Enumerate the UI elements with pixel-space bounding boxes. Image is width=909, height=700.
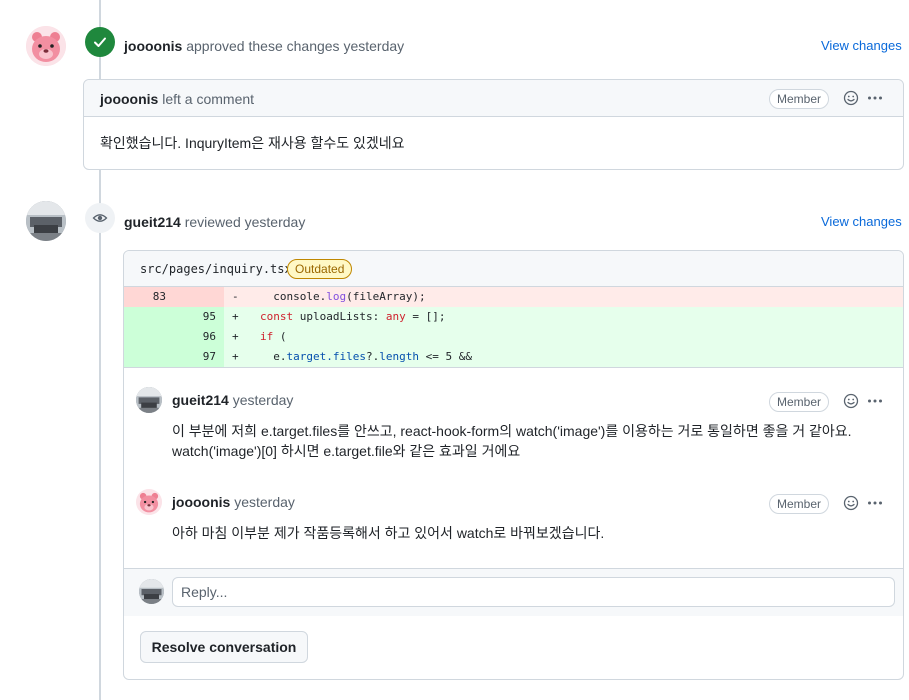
comment-action: left a comment (162, 91, 255, 107)
diff-sign: - (232, 290, 239, 303)
comment-header: joooonis left a comment Member (84, 80, 903, 117)
add-reaction-button[interactable] (841, 391, 861, 411)
avatar-image (26, 201, 66, 241)
smiley-icon (843, 393, 859, 409)
comment-author[interactable]: gueit214 (172, 392, 229, 408)
avatar-gueit214[interactable] (26, 201, 66, 241)
review-comment-header: joooonis yesterday (172, 494, 295, 510)
new-line-number[interactable]: 95 (174, 307, 224, 327)
diff-sign: + (232, 310, 239, 323)
review-comment-header: gueit214 yesterday (172, 392, 293, 408)
reply-area: Reply... (124, 568, 903, 616)
approval-comment-box: joooonis left a comment Member 확인했습니다. I… (83, 79, 904, 170)
new-line-number[interactable]: 96 (174, 327, 224, 347)
approved-badge (85, 27, 115, 57)
diff-code: if ( (260, 330, 287, 343)
reply-input[interactable]: Reply... (172, 577, 895, 607)
review-comment-body: 이 부분에 저희 e.target.files를 안쓰고, react-hook… (172, 421, 892, 461)
diff-line-added: 96 + if ( (124, 327, 903, 347)
avatar-image (26, 26, 66, 66)
event-action: reviewed (184, 214, 241, 230)
view-changes-link[interactable]: View changes (821, 214, 902, 229)
smiley-icon (843, 495, 859, 511)
event-approved-text: joooonis approved these changes yesterda… (124, 38, 404, 54)
event-action: approved these changes (186, 38, 340, 54)
kebab-icon (868, 96, 882, 100)
view-changes-link[interactable]: View changes (821, 38, 902, 53)
diff-sign: + (232, 350, 239, 363)
kebab-icon (868, 399, 882, 403)
diff-code: const uploadLists: any = []; (260, 310, 446, 323)
comment-author[interactable]: joooonis (100, 91, 158, 107)
event-time[interactable]: yesterday (245, 214, 306, 230)
reviewed-badge (85, 203, 115, 233)
avatar-joooonis[interactable] (26, 26, 66, 66)
avatar-image (136, 489, 162, 515)
old-line-number[interactable] (124, 347, 174, 367)
smiley-icon (843, 90, 859, 106)
comment-time[interactable]: yesterday (234, 494, 295, 510)
more-options-button[interactable] (865, 88, 885, 108)
member-badge: Member (769, 392, 830, 412)
add-reaction-button[interactable] (841, 88, 861, 108)
review-thread-box: src/pages/inquiry.tsx Outdated 83 - cons… (123, 250, 904, 680)
outdated-badge: Outdated (287, 259, 353, 279)
event-user[interactable]: joooonis (124, 38, 182, 54)
eye-icon (92, 214, 108, 222)
event-reviewed-text: gueit214 reviewed yesterday (124, 214, 305, 230)
diff-line-added: 95 + const uploadLists: any = []; (124, 307, 903, 327)
old-line-number[interactable] (124, 327, 174, 347)
kebab-icon (868, 501, 882, 505)
avatar-joooonis[interactable] (136, 489, 162, 515)
avatar-image (139, 579, 164, 604)
old-line-number[interactable]: 83 (124, 287, 174, 307)
member-badge: Member (769, 494, 830, 514)
member-badge: Member (769, 89, 830, 109)
avatar-current-user (139, 579, 164, 604)
diff-code: console.log(fileArray); (260, 290, 426, 303)
new-line-number[interactable] (174, 287, 224, 307)
file-path[interactable]: src/pages/inquiry.tsx (140, 262, 292, 276)
more-options-button[interactable] (865, 493, 885, 513)
comment-time[interactable]: yesterday (233, 392, 294, 408)
more-options-button[interactable] (865, 391, 885, 411)
new-line-number[interactable]: 97 (174, 347, 224, 367)
comment-body-line: 이 부분에 저희 e.target.files를 안쓰고, react-hook… (172, 423, 852, 439)
diff-sign: + (232, 330, 239, 343)
diff-divider (124, 367, 903, 368)
diff-line-deleted: 83 - console.log(fileArray); (124, 287, 903, 307)
comment-body: 확인했습니다. InquryItem은 재사용 할수도 있겠네요 (100, 135, 405, 151)
add-reaction-button[interactable] (841, 493, 861, 513)
file-header: src/pages/inquiry.tsx Outdated (124, 251, 903, 287)
comment-body-line: 아하 마침 이부분 제가 작품등록해서 하고 있어서 watch로 바꿔보겠습니… (172, 525, 605, 541)
comment-body-line: watch('image')[0] 하시면 e.target.file와 같은 … (172, 443, 521, 459)
comment-header-text: joooonis left a comment (100, 91, 254, 107)
event-time[interactable]: yesterday (343, 38, 404, 54)
diff-line-added: 97 + e.target.files?.length <= 5 && (124, 347, 903, 367)
event-user[interactable]: gueit214 (124, 214, 181, 230)
old-line-number[interactable] (124, 307, 174, 327)
review-comment-body: 아하 마침 이부분 제가 작품등록해서 하고 있어서 watch로 바꿔보겠습니… (172, 523, 892, 543)
avatar-image (136, 387, 162, 413)
diff-code: e.target.files?.length <= 5 && (260, 350, 472, 363)
check-icon (94, 37, 106, 47)
comment-author[interactable]: joooonis (172, 494, 230, 510)
avatar-gueit214[interactable] (136, 387, 162, 413)
resolve-conversation-button[interactable]: Resolve conversation (140, 631, 308, 663)
